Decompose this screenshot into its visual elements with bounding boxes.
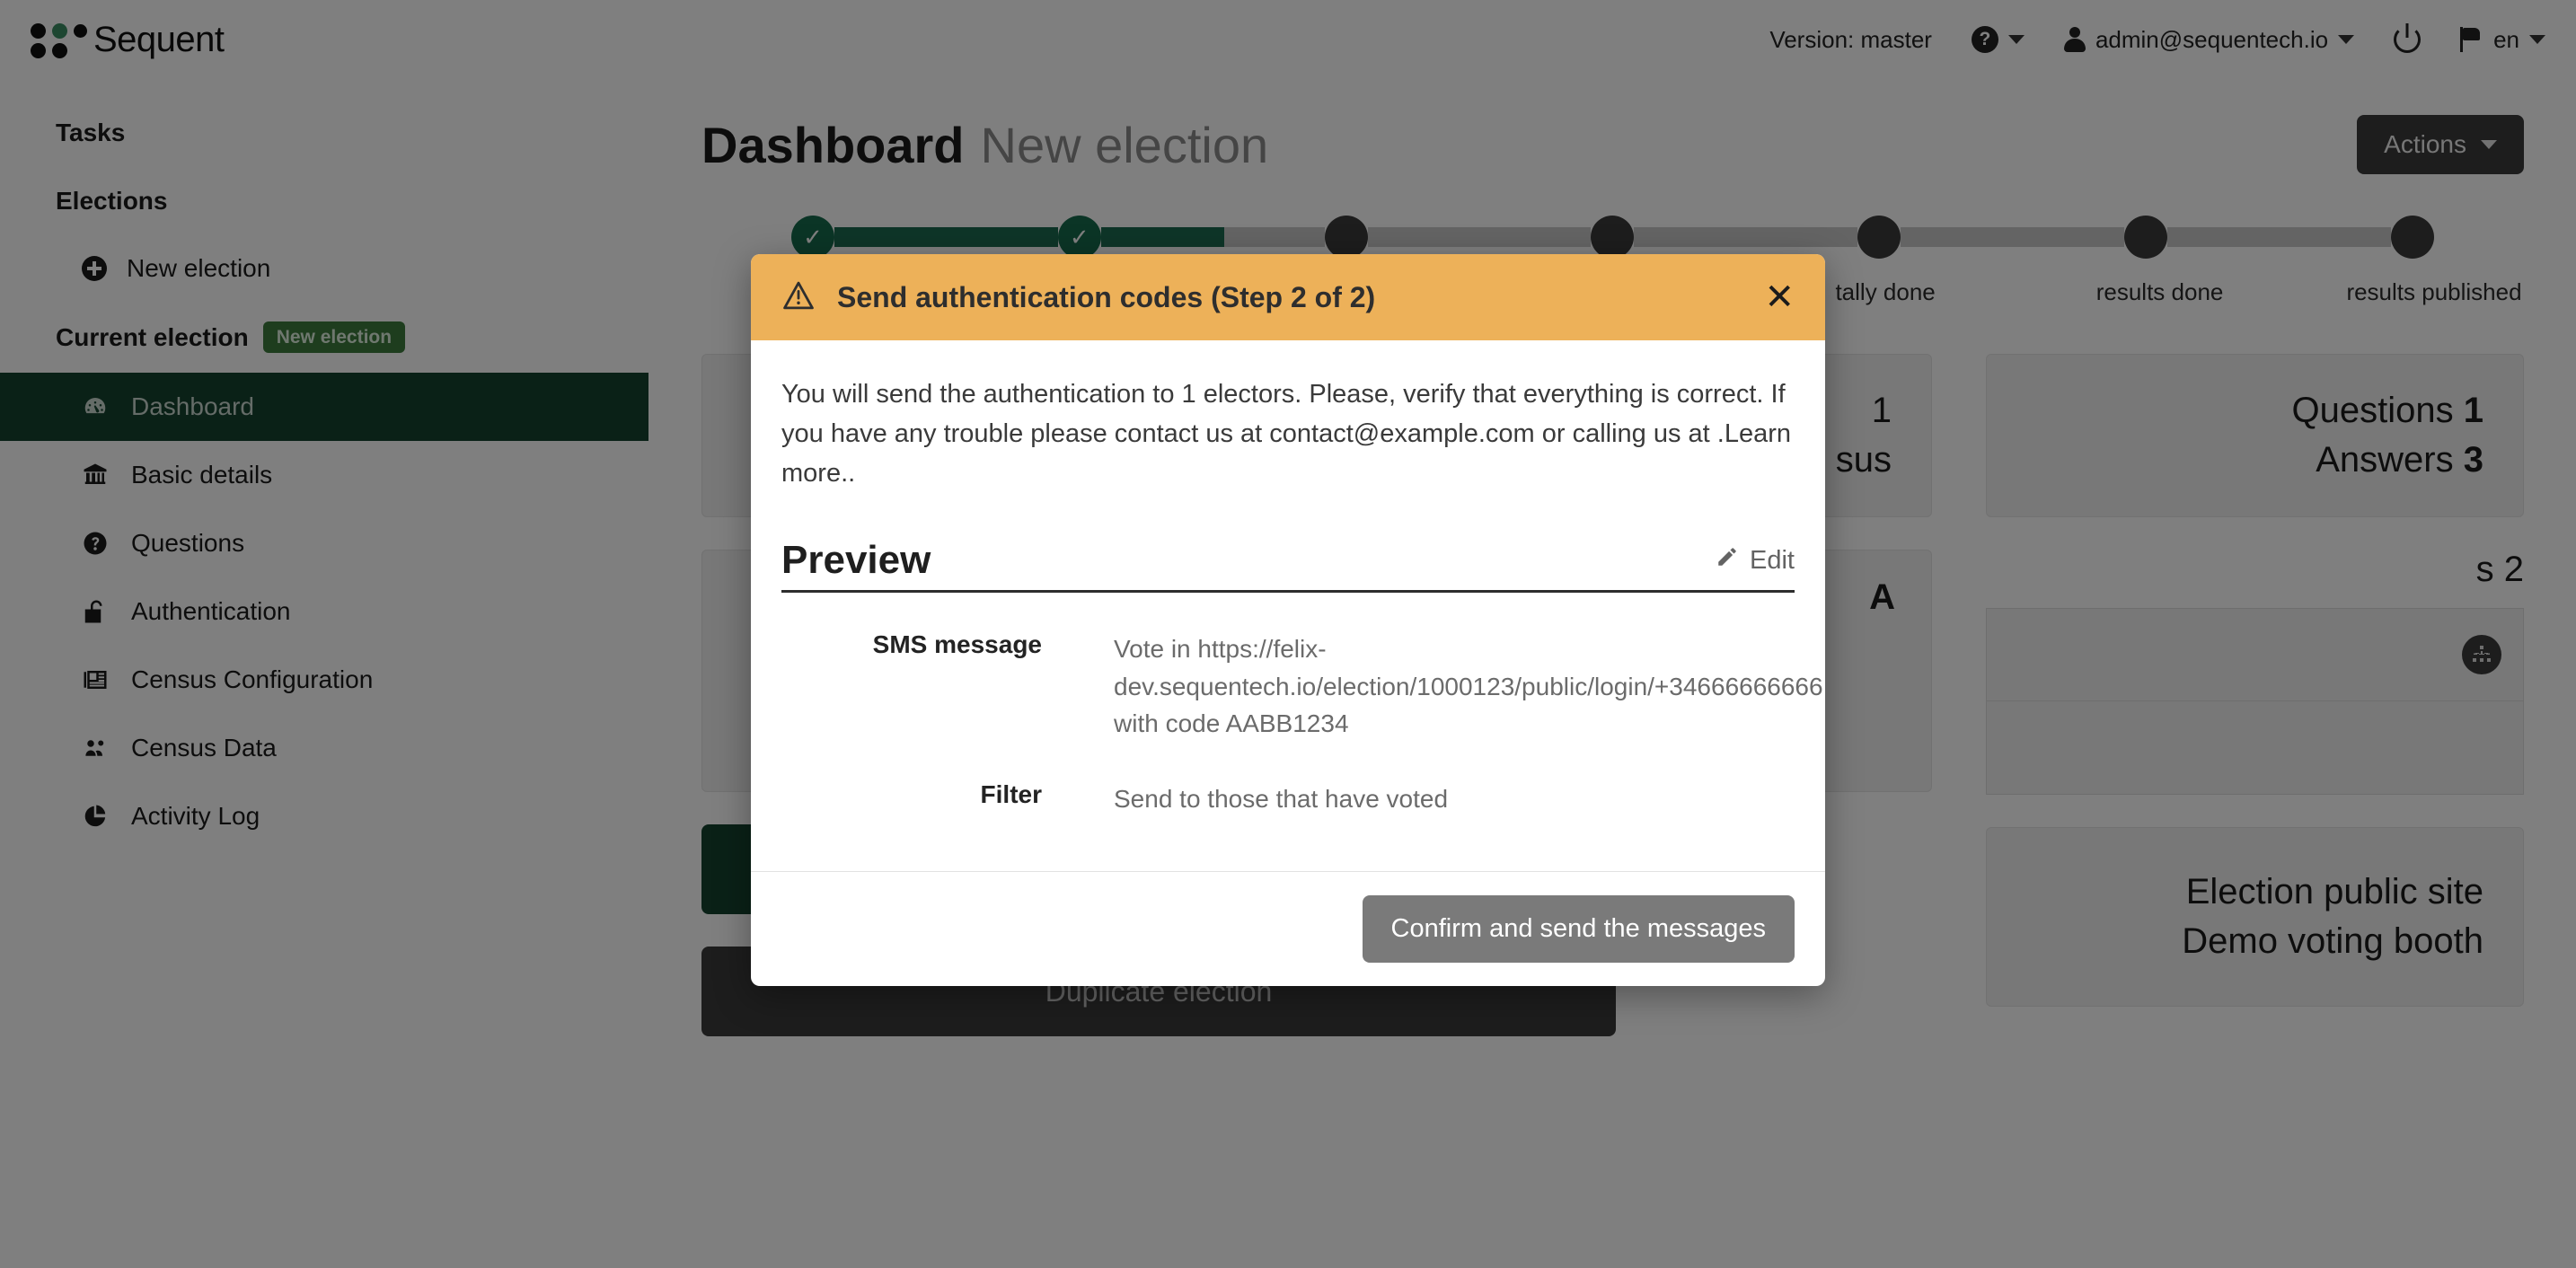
preview-field-value: Send to those that have voted [1114,784,1449,813]
modal-description: You will send the authentication to 1 el… [781,380,1792,489]
close-icon[interactable]: ✕ [1764,279,1795,315]
edit-label: Edit [1750,545,1795,575]
modal-title: Send authentication codes (Step 2 of 2) [837,280,1376,313]
modal-body: You will send the authentication to 1 el… [751,340,1825,837]
edit-button[interactable]: Edit [1716,545,1795,583]
warning-triangle-icon [781,280,816,315]
pencil-icon [1716,545,1739,576]
preview-field-term: SMS message [872,630,1042,659]
preview-field-term: Filter [980,779,1042,808]
modal-footer: Confirm and send the messages [751,870,1825,986]
send-auth-codes-modal: Send authentication codes (Step 2 of 2) … [751,254,1825,986]
preview-header: Preview Edit [781,538,1795,594]
confirm-send-button[interactable]: Confirm and send the messages [1362,894,1795,963]
preview-field-sms: SMS message Vote in https://felix-dev.se… [781,630,1823,742]
preview-field-value: Vote in https://felix-dev.sequentech.io/… [1114,635,1823,738]
preview-field-filter: Filter Send to those that have voted [781,780,1795,817]
modal-header: Send authentication codes (Step 2 of 2) … [751,254,1825,340]
preview-heading: Preview [781,538,931,583]
